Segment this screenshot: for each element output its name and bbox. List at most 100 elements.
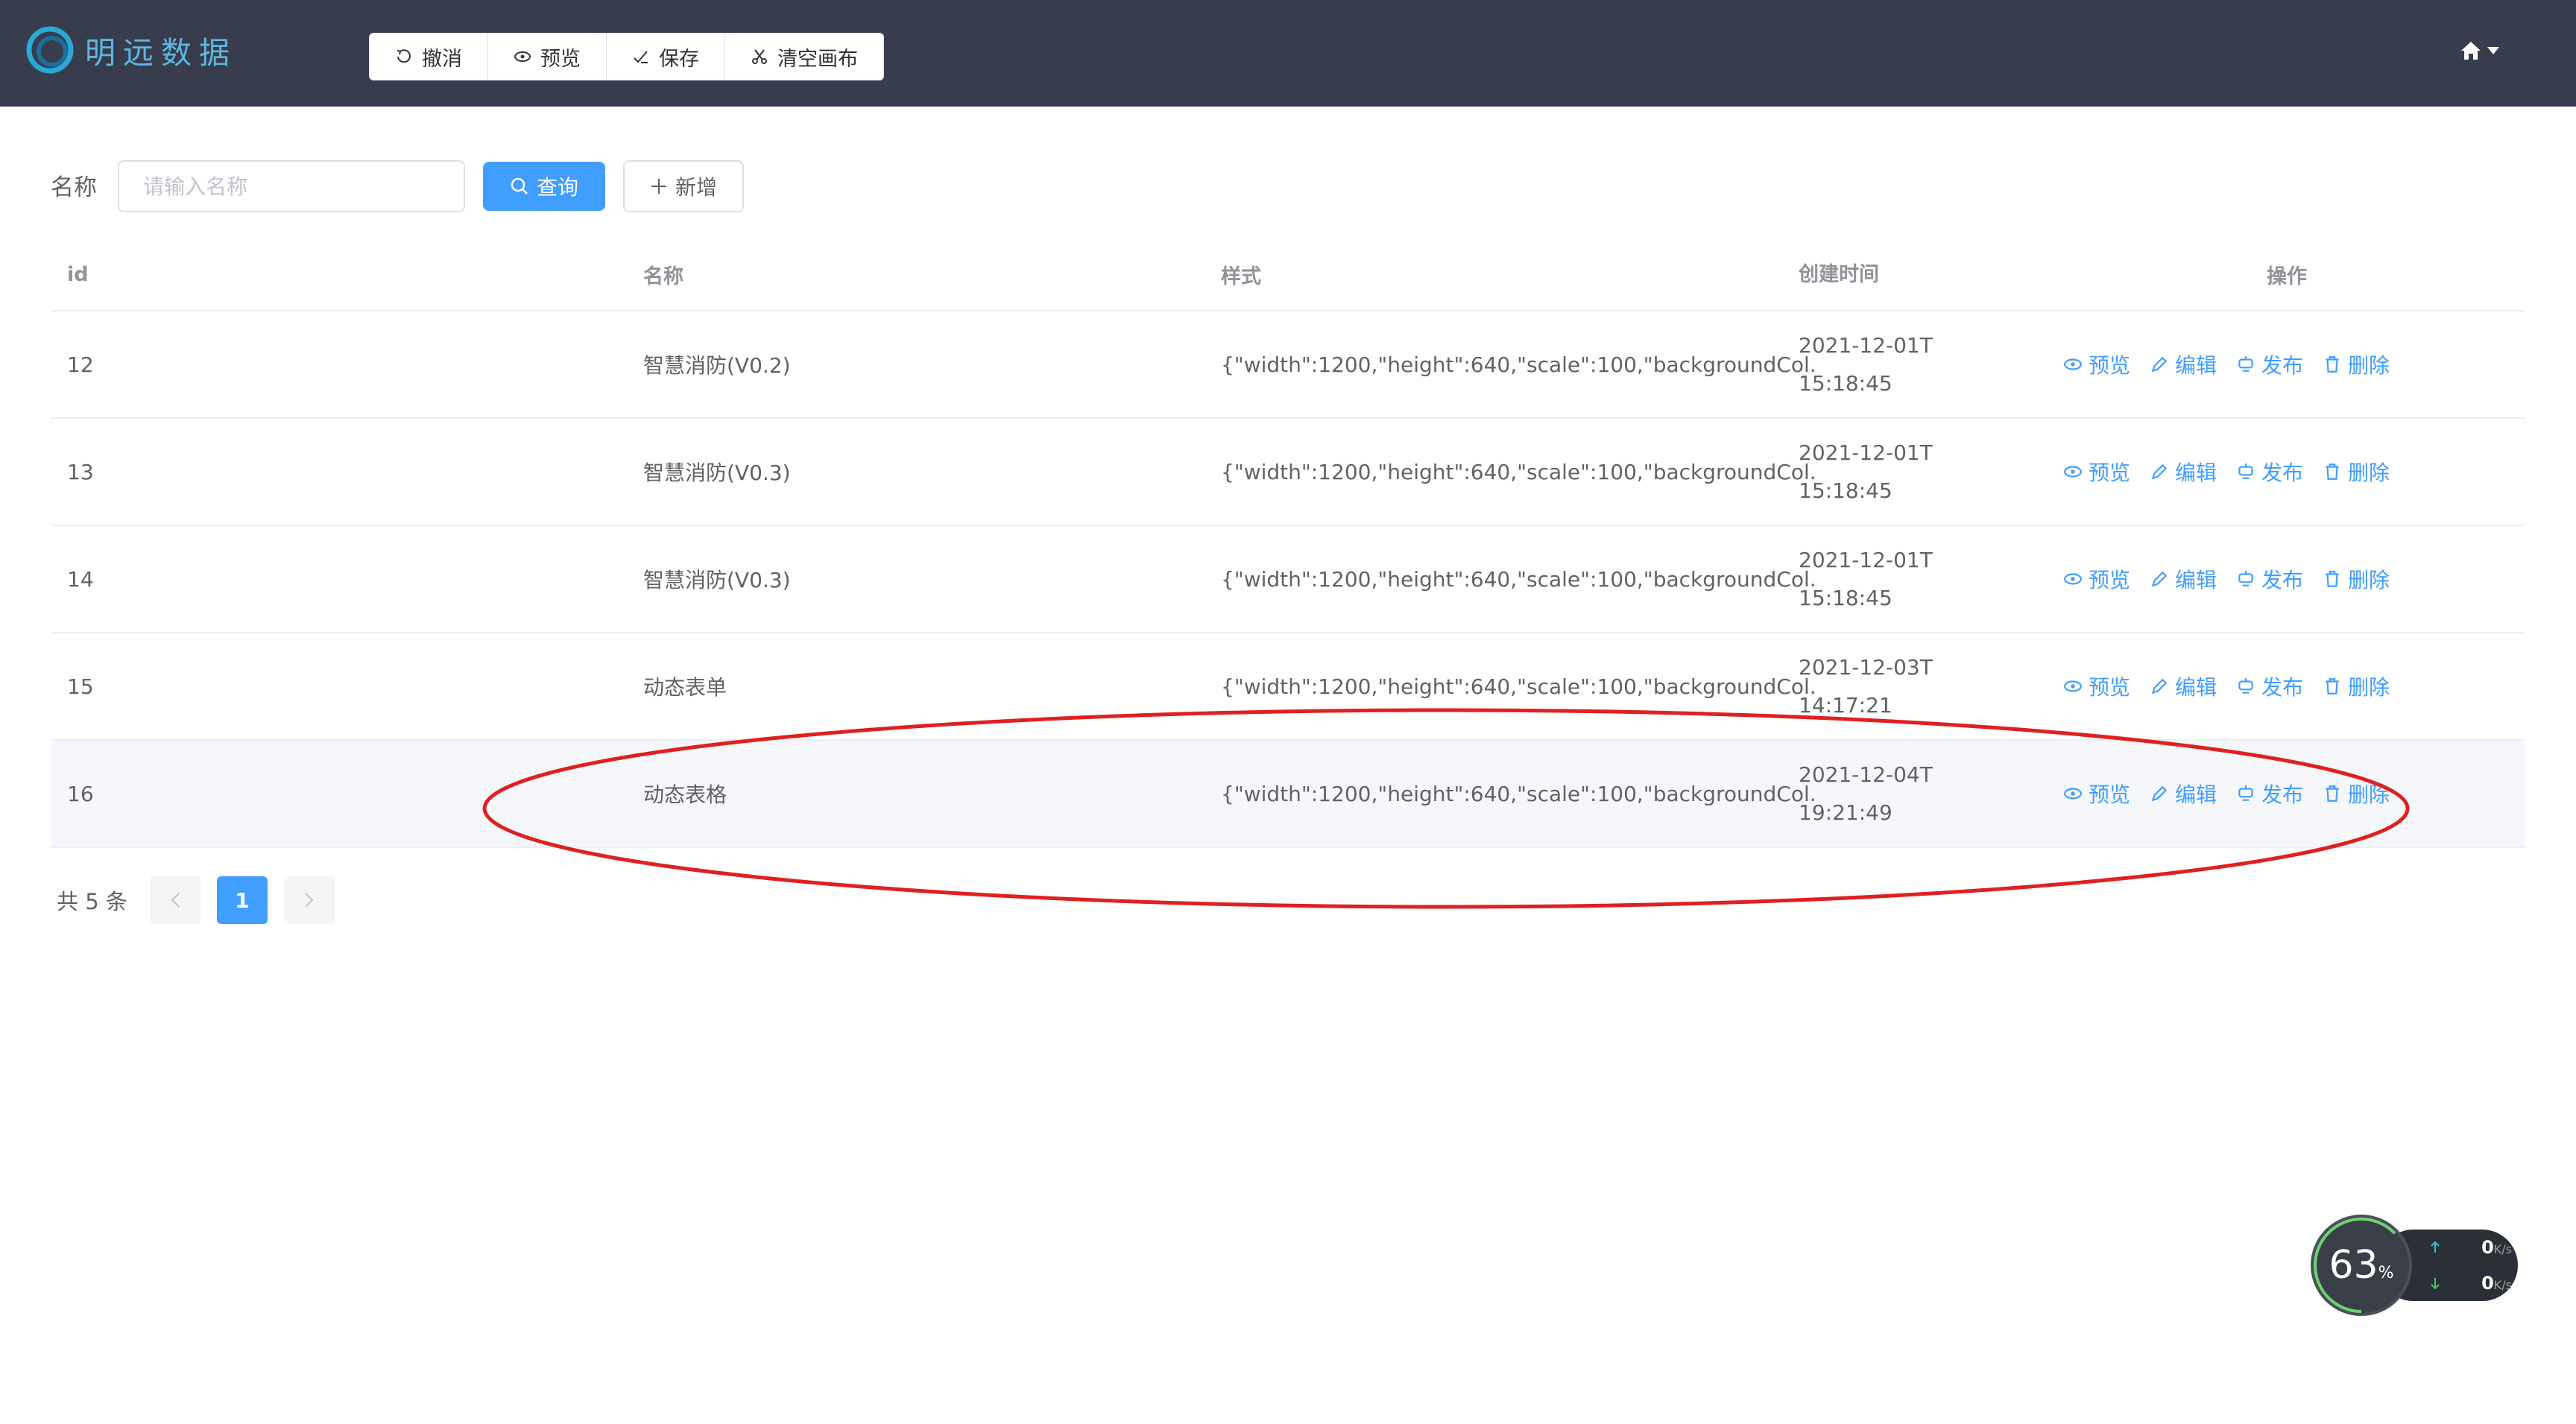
undo-button[interactable]: 撤消 — [370, 34, 488, 80]
pagination: 共 5 条 1 — [57, 876, 351, 924]
row-id: 14 — [67, 566, 94, 592]
logo[interactable]: 明远数据 — [25, 24, 237, 76]
eye-icon — [514, 51, 531, 62]
logo-icon — [26, 26, 74, 74]
trash-icon — [2326, 678, 2339, 694]
row-delete-link[interactable]: 删除 — [2323, 671, 2390, 701]
edit-icon — [2151, 356, 2168, 373]
row-preview-label: 预览 — [2089, 568, 2131, 592]
row-id: 13 — [67, 459, 94, 484]
row-style: {"width":1200,"height":640,"scale":100,"… — [1221, 352, 1817, 377]
row-created: 2021-12-01T 15:18:45 — [1799, 419, 2022, 525]
chevron-right-icon — [305, 893, 314, 908]
page-1-button[interactable]: 1 — [216, 876, 268, 924]
edit-icon — [2151, 678, 2168, 694]
preview-button[interactable]: 预览 — [488, 34, 607, 80]
row-created: 2021-12-01T 15:18:45 — [1799, 311, 2022, 417]
row-actions: 预览 编辑 发布 删除 — [2063, 419, 2510, 525]
row-delete-link[interactable]: 删除 — [2323, 457, 2390, 487]
caret-down-icon — [2487, 47, 2499, 54]
arrow-up-icon — [2431, 1241, 2440, 1253]
row-actions: 预览 编辑 发布 删除 — [2063, 526, 2510, 632]
upload-speed: 0K/s — [2430, 1237, 2512, 1258]
annotation-ellipse — [482, 708, 2410, 909]
row-delete-link[interactable]: 删除 — [2323, 564, 2390, 594]
row-style: {"width":1200,"height":640,"scale":100,"… — [1221, 566, 1817, 592]
row-edit-link[interactable]: 编辑 — [2150, 349, 2217, 379]
publish-icon — [2238, 571, 2253, 586]
row-publish-label: 发布 — [2261, 568, 2304, 592]
prev-page-button[interactable] — [149, 876, 201, 924]
next-page-button[interactable] — [283, 876, 335, 924]
row-preview-label: 预览 — [2089, 353, 2131, 378]
add-button[interactable]: 新增 — [623, 160, 744, 212]
row-style: {"width":1200,"height":640,"scale":100,"… — [1221, 459, 1817, 484]
row-id: 12 — [67, 352, 94, 377]
row-preview-link[interactable]: 预览 — [2063, 457, 2130, 487]
name-search-input[interactable] — [118, 160, 465, 212]
row-name: 智慧消防(V0.2) — [643, 353, 791, 378]
row-publish-link[interactable]: 发布 — [2236, 457, 2303, 487]
row-publish-link[interactable]: 发布 — [2236, 564, 2303, 594]
row-edit-label: 编辑 — [2175, 353, 2217, 378]
download-speed: 0K/s — [2430, 1273, 2512, 1294]
table-row: 12 智慧消防(V0.2) {"width":1200,"height":640… — [51, 311, 2525, 419]
column-header-name: 名称 — [643, 265, 684, 288]
row-date: 2021-12-01T — [1799, 440, 1933, 465]
row-publish-link[interactable]: 发布 — [2236, 671, 2303, 701]
pagination-total: 共 5 条 — [57, 889, 127, 914]
search-icon — [511, 177, 528, 194]
logo-text: 明远数据 — [85, 35, 237, 71]
table-row: 13 智慧消防(V0.3) {"width":1200,"height":640… — [51, 419, 2525, 526]
row-preview-link[interactable]: 预览 — [2063, 564, 2130, 594]
row-name: 智慧消防(V0.3) — [643, 568, 791, 592]
eye-icon — [2064, 573, 2082, 585]
row-preview-link[interactable]: 预览 — [2063, 671, 2130, 701]
home-icon — [2461, 42, 2481, 60]
row-edit-link[interactable]: 编辑 — [2150, 457, 2217, 487]
plus-icon — [651, 179, 666, 194]
network-speed-widget[interactable]: 63% 0K/s 0K/s — [2311, 1207, 2519, 1319]
row-publish-label: 发布 — [2261, 675, 2304, 700]
trash-icon — [2326, 356, 2339, 373]
column-header-actions: 操作 — [2267, 265, 2307, 288]
save-button[interactable]: 保存 — [607, 34, 725, 80]
row-publish-label: 发布 — [2261, 353, 2304, 378]
eye-icon — [2064, 358, 2082, 370]
row-delete-label: 删除 — [2348, 353, 2390, 378]
row-name: 智慧消防(V0.3) — [643, 461, 791, 485]
row-created: 2021-12-01T 15:18:45 — [1799, 526, 2022, 632]
eye-icon — [2064, 466, 2082, 478]
row-publish-label: 发布 — [2261, 461, 2304, 485]
query-label: 查询 — [536, 175, 578, 200]
row-preview-label: 预览 — [2089, 675, 2131, 700]
clear-canvas-button[interactable]: 清空画布 — [725, 34, 883, 80]
undo-label: 撤消 — [422, 47, 462, 71]
row-preview-link[interactable]: 预览 — [2063, 349, 2130, 379]
home-menu[interactable] — [2460, 40, 2500, 61]
row-date: 2021-12-01T — [1799, 333, 1933, 358]
row-delete-link[interactable]: 删除 — [2323, 349, 2390, 379]
row-edit-link[interactable]: 编辑 — [2150, 564, 2217, 594]
usage-percent: 63% — [2329, 1243, 2394, 1288]
row-time: 15:18:45 — [1799, 478, 1892, 503]
add-label: 新增 — [675, 175, 717, 200]
column-header-style: 样式 — [1221, 265, 1261, 288]
scissors-icon — [752, 49, 767, 64]
column-header-created: 创建时间 — [1799, 262, 1879, 286]
save-icon — [634, 51, 648, 63]
name-filter-label: 名称 — [51, 174, 97, 201]
table-row: 14 智慧消防(V0.3) {"width":1200,"height":640… — [51, 526, 2525, 633]
row-publish-link[interactable]: 发布 — [2236, 349, 2303, 379]
row-edit-label: 编辑 — [2175, 568, 2217, 592]
undo-icon — [397, 49, 411, 63]
editor-toolbar: 撤消 预览 保存 清空画布 — [369, 33, 884, 80]
row-time: 15:18:45 — [1799, 371, 1892, 396]
row-edit-link[interactable]: 编辑 — [2150, 671, 2217, 701]
edit-icon — [2151, 571, 2168, 587]
column-header-id: id — [67, 262, 89, 286]
row-date: 2021-12-01T — [1799, 548, 1933, 572]
query-button[interactable]: 查询 — [483, 162, 605, 211]
row-actions: 预览 编辑 发布 删除 — [2063, 311, 2510, 417]
save-label: 保存 — [659, 47, 699, 71]
